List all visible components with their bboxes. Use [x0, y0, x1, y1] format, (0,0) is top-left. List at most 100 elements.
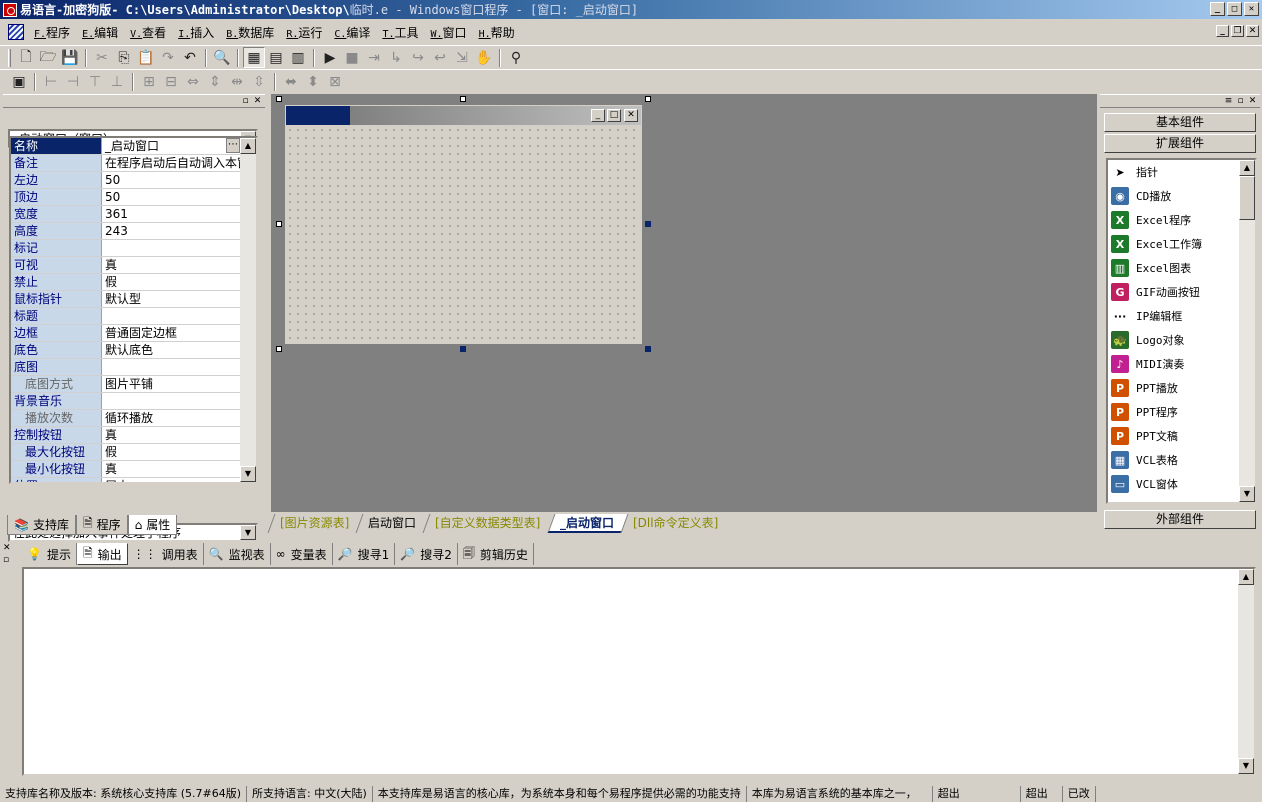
property-value[interactable] [102, 359, 256, 375]
copy-icon[interactable]: ⎘ [113, 47, 135, 68]
output-scrollbar[interactable]: ▲ ▼ [1238, 569, 1254, 774]
component-item[interactable]: ➤ 指针 [1108, 160, 1255, 184]
tab-search1[interactable]: 🔎 搜寻1 [333, 543, 396, 565]
component-item[interactable]: P PPT播放 [1108, 376, 1255, 400]
resize-handle[interactable] [645, 346, 651, 352]
property-value[interactable]: 普通固定边框 [102, 325, 256, 341]
property-value[interactable]: 图片平铺 [102, 376, 256, 392]
property-row[interactable]: 高度 243 [11, 223, 256, 240]
form-title-bar[interactable]: _ □ ✕ [286, 106, 641, 125]
scroll-up-icon[interactable]: ▲ [1239, 160, 1255, 176]
scroll-up-icon[interactable]: ▲ [240, 138, 256, 154]
property-value[interactable]: 真 [102, 427, 256, 443]
menu-help[interactable]: H.帮助 [473, 24, 521, 41]
property-value[interactable]: 假 [102, 444, 256, 460]
property-value[interactable]: 默认底色 [102, 342, 256, 358]
property-value[interactable] [102, 240, 256, 256]
menu-window[interactable]: W.窗口 [425, 24, 473, 41]
tab-startup-form[interactable]: _启动窗口 [547, 514, 628, 533]
component-item[interactable]: ◉ CD播放 [1108, 184, 1255, 208]
property-row[interactable]: 名称 _启动窗口 ⋯ [11, 138, 256, 155]
menu-compile[interactable]: C.编译 [328, 24, 376, 41]
menu-view[interactable]: V.查看 [124, 24, 172, 41]
form-icon[interactable]: ▣ [8, 71, 30, 92]
space-vertical-icon[interactable]: ⇳ [248, 71, 270, 92]
tab-support-library[interactable]: 📚 支持库 [7, 515, 76, 535]
mdi-restore-button[interactable]: ❐ [1231, 25, 1244, 37]
run-to-cursor-icon[interactable]: ⇲ [451, 47, 473, 68]
align-bottom-icon[interactable]: ⊥ [106, 71, 128, 92]
find-icon[interactable]: 🔍 [211, 47, 233, 68]
center-vertical-icon[interactable]: ⊟ [160, 71, 182, 92]
menu-tools[interactable]: T.工具 [376, 24, 424, 41]
center-horizontal-icon[interactable]: ⊞ [138, 71, 160, 92]
redo-icon[interactable]: ↷ [157, 47, 179, 68]
component-item[interactable]: P PPT文稿 [1108, 424, 1255, 448]
step-over-icon[interactable]: ↪ [407, 47, 429, 68]
close-button[interactable]: ✕ [1244, 2, 1259, 16]
component-item[interactable]: 🐢 Logo对象 [1108, 328, 1255, 352]
property-row[interactable]: 禁止假 [11, 274, 256, 291]
component-item[interactable]: ··· IP编辑框 [1108, 304, 1255, 328]
property-row[interactable]: 宽度 361 [11, 206, 256, 223]
vcenter-form-icon[interactable]: ⬍ [302, 71, 324, 92]
align-right-icon[interactable]: ⊣ [62, 71, 84, 92]
property-value[interactable]: 50 [102, 189, 256, 205]
tab-variables[interactable]: ∞ 变量表 [271, 543, 333, 565]
ellipsis-button[interactable]: ⋯ [226, 138, 240, 153]
panel-menu-icon[interactable]: ≡ [1223, 96, 1234, 107]
property-row[interactable]: 背景音乐 [11, 393, 256, 410]
align-left-icon[interactable]: ⊢ [40, 71, 62, 92]
property-row[interactable]: 控制按钮真 [11, 427, 256, 444]
property-scrollbar[interactable]: ▲ ▼ [240, 138, 256, 482]
property-row[interactable]: 最小化按钮真 [11, 461, 256, 478]
form-minimize-icon[interactable]: _ [591, 109, 605, 122]
property-value[interactable]: 在程序启动后自动调入本窗 [102, 155, 256, 171]
tab-clip-history[interactable]: 🗐 剪辑历史 [458, 543, 534, 565]
scroll-thumb[interactable] [1239, 176, 1255, 220]
tab-search2[interactable]: 🔎 搜寻2 [395, 543, 458, 565]
tab-startup-window[interactable]: 启动窗口 [355, 514, 430, 533]
tab-program[interactable]: 🗎 程序 [75, 515, 128, 535]
binoculars-icon[interactable]: ⚲ [505, 47, 527, 68]
basic-components-button[interactable]: 基本组件 [1104, 113, 1256, 132]
property-row[interactable]: 边框 普通固定边框 [11, 325, 256, 342]
component-item[interactable]: ♪ MIDI演奏 [1108, 352, 1255, 376]
layout-view-icon[interactable]: ▦ [243, 47, 265, 68]
resize-handle[interactable] [276, 221, 282, 227]
panel-close-icon[interactable]: ✕ [252, 96, 263, 107]
extended-components-button[interactable]: 扩展组件 [1104, 134, 1256, 153]
property-value[interactable]: 默认型 [102, 291, 256, 307]
component-item[interactable]: P PPT程序 [1108, 400, 1255, 424]
panel-restore-icon[interactable]: ▫ [240, 96, 251, 107]
menu-program[interactable]: F.程序 [28, 24, 76, 41]
document-icon[interactable] [8, 24, 24, 40]
component-item[interactable]: X Excel程序 [1108, 208, 1255, 232]
property-value[interactable]: 真 [102, 257, 256, 273]
property-row[interactable]: 左边 50 [11, 172, 256, 189]
mdi-minimize-button[interactable]: _ [1216, 25, 1229, 37]
scroll-down-icon[interactable]: ▼ [240, 466, 256, 482]
open-folder-icon[interactable]: 🗁 [37, 47, 59, 68]
property-value[interactable]: 361 [102, 206, 256, 222]
property-row[interactable]: 位置居中 [11, 478, 256, 482]
property-row[interactable]: 备注 在程序启动后自动调入本窗 [11, 155, 256, 172]
property-value[interactable]: 循环播放 [102, 410, 256, 426]
maximize-button[interactable]: □ [1227, 2, 1242, 16]
property-value[interactable]: 50 [102, 172, 256, 188]
component-item[interactable]: G GIF动画按钮 [1108, 280, 1255, 304]
space-horizontal-icon[interactable]: ⇹ [226, 71, 248, 92]
component-scrollbar[interactable]: ▲ ▼ [1239, 160, 1255, 502]
same-width-icon[interactable]: ⇔ [182, 71, 204, 92]
stop-icon[interactable]: ■ [341, 47, 363, 68]
property-row[interactable]: 可视真 [11, 257, 256, 274]
property-row[interactable]: 最大化按钮假 [11, 444, 256, 461]
split-view-icon[interactable]: ▤ [265, 47, 287, 68]
property-row[interactable]: 播放次数 循环播放 [11, 410, 256, 427]
output-close-icon[interactable]: ✕ [3, 543, 11, 553]
component-item[interactable]: ▦ VCL表格 [1108, 448, 1255, 472]
tab-properties[interactable]: ⌂ 属性 [127, 515, 178, 535]
cut-icon[interactable]: ✂ [91, 47, 113, 68]
property-row[interactable]: 鼠标指针 默认型 [11, 291, 256, 308]
property-row[interactable]: 顶边 50 [11, 189, 256, 206]
